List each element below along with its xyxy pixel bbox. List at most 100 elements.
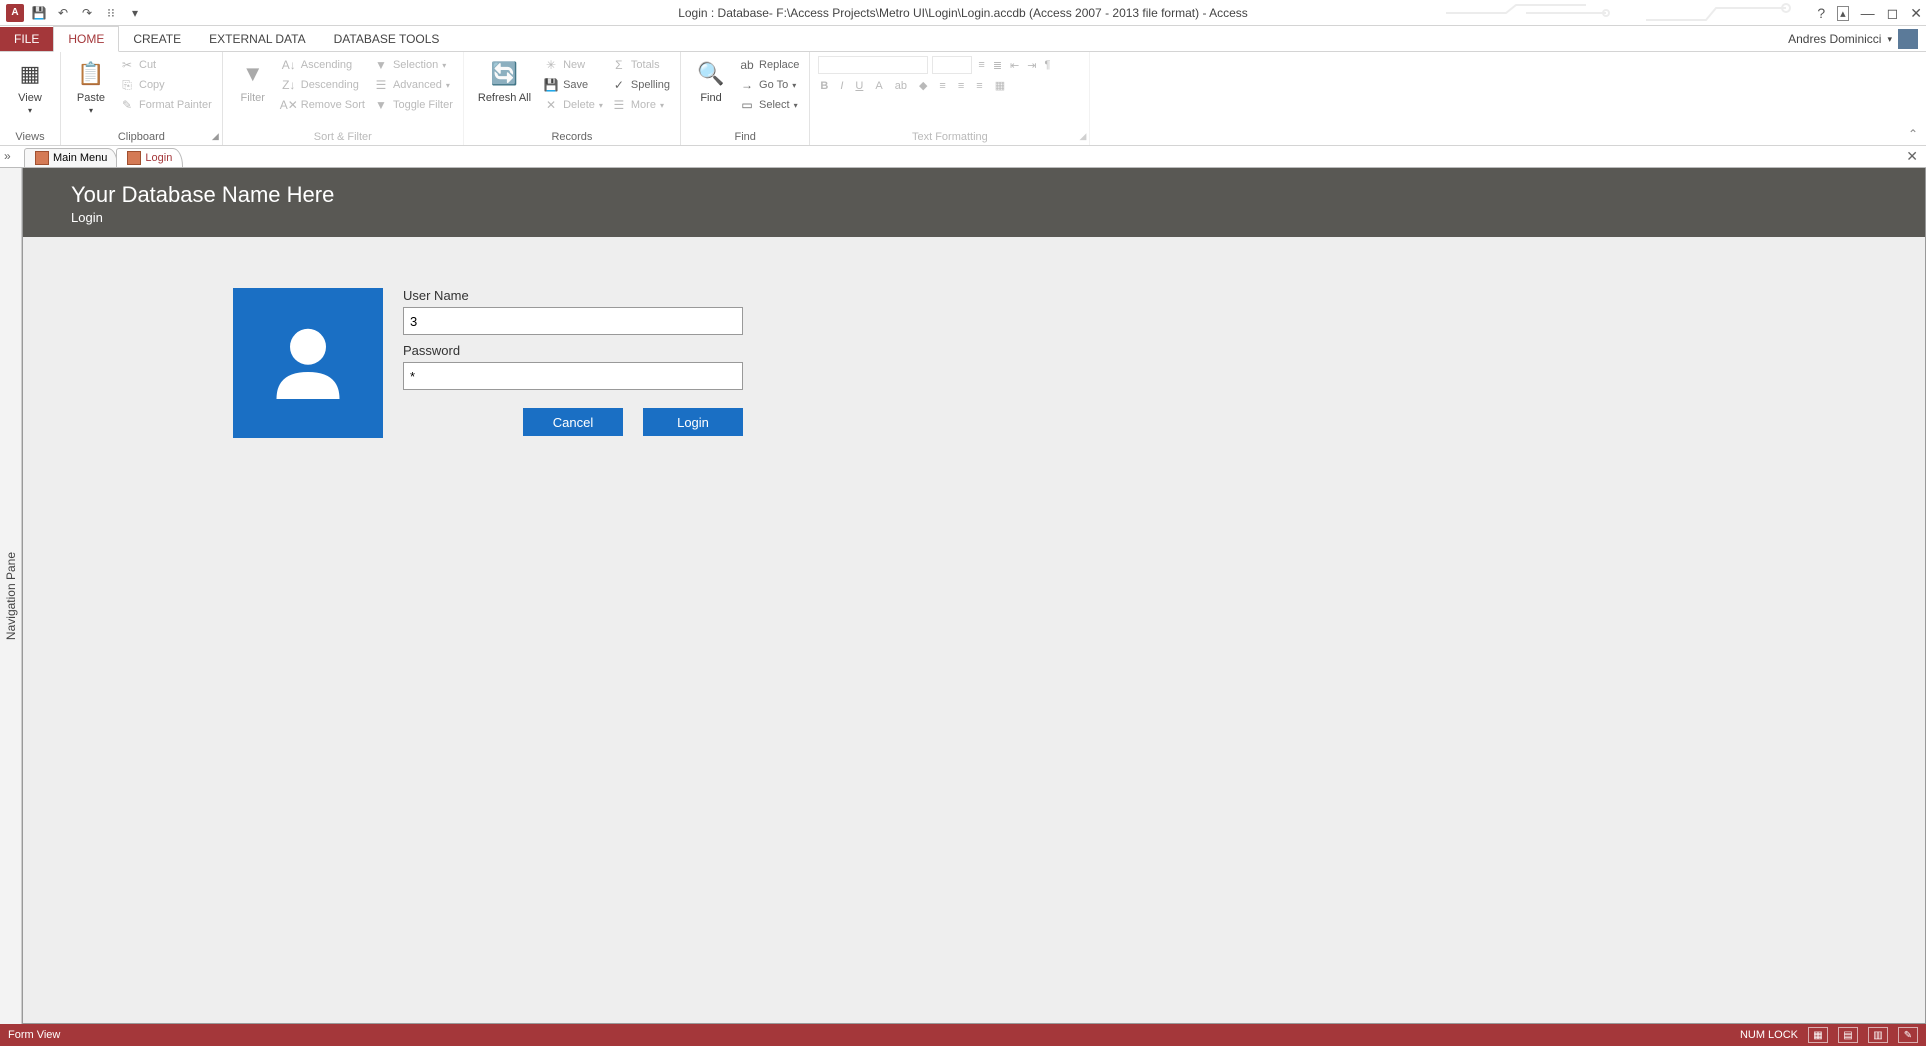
expand-navpane-icon[interactable]: » bbox=[4, 149, 11, 163]
help-icon[interactable]: ? bbox=[1817, 5, 1825, 21]
status-left: Form View bbox=[8, 1029, 60, 1041]
undo-icon[interactable]: ↶ bbox=[54, 4, 72, 22]
password-label: Password bbox=[403, 343, 743, 358]
account-menu[interactable]: Andres Dominicci ▾ bbox=[1788, 29, 1918, 49]
descending-button[interactable]: Z↓Descending bbox=[279, 76, 367, 94]
navigation-pane-label: Navigation Pane bbox=[4, 552, 18, 640]
tab-create[interactable]: CREATE bbox=[119, 27, 195, 51]
highlight-button[interactable]: ab bbox=[893, 79, 909, 93]
filter-button[interactable]: ▼Filter bbox=[231, 56, 275, 129]
view-button[interactable]: ▦ View ▾ bbox=[8, 56, 52, 129]
form-icon bbox=[35, 151, 49, 165]
cut-button[interactable]: ✂Cut bbox=[117, 56, 214, 74]
align-left-button[interactable]: ≡ bbox=[937, 79, 947, 93]
minimize-icon[interactable]: — bbox=[1861, 5, 1875, 21]
goto-icon: → bbox=[739, 77, 755, 93]
close-icon[interactable]: ✕ bbox=[1910, 5, 1922, 22]
toggle-filter-button[interactable]: ▼Toggle Filter bbox=[371, 96, 455, 114]
navigation-pane-collapsed[interactable]: Navigation Pane bbox=[0, 168, 22, 1024]
login-button[interactable]: Login bbox=[643, 408, 743, 436]
filter-icon: ▼ bbox=[237, 58, 269, 90]
new-record-button[interactable]: ✳New bbox=[541, 56, 605, 74]
sort-asc-icon: A↓ bbox=[281, 57, 297, 73]
font-color-button[interactable]: A bbox=[873, 79, 884, 93]
close-tab-icon[interactable]: ✕ bbox=[1906, 148, 1918, 165]
ltr-icon[interactable]: ¶ bbox=[1042, 58, 1052, 72]
qat-dropdown-icon[interactable]: ▾ bbox=[126, 4, 144, 22]
advanced-button[interactable]: ☰Advanced▾ bbox=[371, 76, 455, 94]
spelling-button[interactable]: ✓Spelling bbox=[609, 76, 672, 94]
login-box: User Name Password Cancel Login bbox=[233, 288, 743, 438]
delete-icon: ✕ bbox=[543, 97, 559, 113]
align-right-button[interactable]: ≡ bbox=[974, 79, 984, 93]
avatar bbox=[1898, 29, 1918, 49]
format-painter-button[interactable]: ✎Format Painter bbox=[117, 96, 214, 114]
group-clipboard: 📋 Paste ▾ ✂Cut ⎘Copy ✎Format Painter Cli… bbox=[61, 52, 223, 145]
numlock-indicator: NUM LOCK bbox=[1740, 1029, 1798, 1041]
font-size-select[interactable] bbox=[932, 56, 972, 74]
align-center-button[interactable]: ≡ bbox=[956, 79, 966, 93]
paste-icon: 📋 bbox=[75, 58, 107, 90]
replace-icon: ab bbox=[739, 57, 755, 73]
numbering-icon[interactable]: ≣ bbox=[991, 58, 1004, 73]
tab-home[interactable]: HOME bbox=[53, 26, 119, 52]
tab-database-tools[interactable]: DATABASE TOOLS bbox=[320, 27, 454, 51]
cut-icon: ✂ bbox=[119, 57, 135, 73]
tab-file[interactable]: FILE bbox=[0, 27, 53, 51]
save-icon[interactable]: 💾 bbox=[30, 4, 48, 22]
bullets-icon[interactable]: ≡ bbox=[976, 58, 986, 72]
password-input[interactable] bbox=[403, 362, 743, 390]
indent-right-icon[interactable]: ⇥ bbox=[1025, 58, 1038, 73]
group-label-records: Records bbox=[472, 129, 672, 143]
replace-button[interactable]: abReplace bbox=[737, 56, 801, 74]
paste-button[interactable]: 📋 Paste ▾ bbox=[69, 56, 113, 129]
save-record-button[interactable]: 💾Save bbox=[541, 76, 605, 94]
textfmt-dialog-launcher[interactable]: ◢ bbox=[1079, 131, 1086, 142]
username-input[interactable] bbox=[403, 307, 743, 335]
form-view-button[interactable]: ▦ bbox=[1808, 1027, 1828, 1043]
select-button[interactable]: ▭Select▾ bbox=[737, 96, 801, 114]
collapse-ribbon-icon[interactable]: ⌃ bbox=[1908, 127, 1918, 141]
goto-button[interactable]: →Go To▾ bbox=[737, 76, 801, 94]
ascending-button[interactable]: A↓Ascending bbox=[279, 56, 367, 74]
indent-left-icon[interactable]: ⇤ bbox=[1008, 58, 1021, 73]
remove-sort-icon: A✕ bbox=[281, 97, 297, 113]
ribbon-options-icon[interactable]: ▴ bbox=[1837, 6, 1849, 21]
form-header: Your Database Name Here Login bbox=[23, 168, 1925, 237]
delete-record-button[interactable]: ✕Delete▾ bbox=[541, 96, 605, 114]
refresh-all-button[interactable]: 🔄Refresh All bbox=[472, 56, 537, 129]
tab-external-data[interactable]: EXTERNAL DATA bbox=[195, 27, 319, 51]
tab-main-menu[interactable]: Main Menu bbox=[24, 148, 118, 167]
remove-sort-button[interactable]: A✕Remove Sort bbox=[279, 96, 367, 114]
find-button[interactable]: 🔍Find bbox=[689, 56, 733, 129]
new-icon: ✳ bbox=[543, 57, 559, 73]
clipboard-dialog-launcher[interactable]: ◢ bbox=[212, 131, 219, 142]
selection-icon: ▼ bbox=[373, 57, 389, 73]
font-family-select[interactable] bbox=[818, 56, 928, 74]
underline-button[interactable]: U bbox=[853, 79, 865, 93]
fill-color-button[interactable]: ◆ bbox=[917, 78, 929, 93]
paste-label: Paste bbox=[77, 92, 105, 104]
design-view-button[interactable]: ✎ bbox=[1898, 1027, 1918, 1043]
italic-button[interactable]: I bbox=[838, 79, 845, 93]
tab-login[interactable]: Login bbox=[116, 148, 183, 167]
group-label-sortfilter: Sort & Filter bbox=[231, 129, 455, 143]
datasheet-view-button[interactable]: ▤ bbox=[1838, 1027, 1858, 1043]
bold-button[interactable]: B bbox=[818, 79, 830, 93]
more-button[interactable]: ☰More▾ bbox=[609, 96, 672, 114]
layout-view-button[interactable]: ▥ bbox=[1868, 1027, 1888, 1043]
sort-desc-icon: Z↓ bbox=[281, 77, 297, 93]
maximize-icon[interactable]: ◻ bbox=[1887, 5, 1899, 22]
qat-custom-icon[interactable]: ⁝⁝ bbox=[102, 4, 120, 22]
group-sort-filter: ▼Filter A↓Ascending Z↓Descending A✕Remov… bbox=[223, 52, 464, 145]
totals-icon: Σ bbox=[611, 57, 627, 73]
copy-button[interactable]: ⎘Copy bbox=[117, 76, 214, 94]
username-label: User Name bbox=[403, 288, 743, 303]
selection-button[interactable]: ▼Selection▾ bbox=[371, 56, 455, 74]
toggle-filter-icon: ▼ bbox=[373, 97, 389, 113]
redo-icon[interactable]: ↷ bbox=[78, 4, 96, 22]
ribbon: ▦ View ▾ Views 📋 Paste ▾ ✂Cut ⎘Copy ✎For… bbox=[0, 52, 1926, 146]
gridlines-button[interactable]: ▦ bbox=[993, 78, 1007, 93]
totals-button[interactable]: ΣTotals bbox=[609, 56, 672, 74]
cancel-button[interactable]: Cancel bbox=[523, 408, 623, 436]
